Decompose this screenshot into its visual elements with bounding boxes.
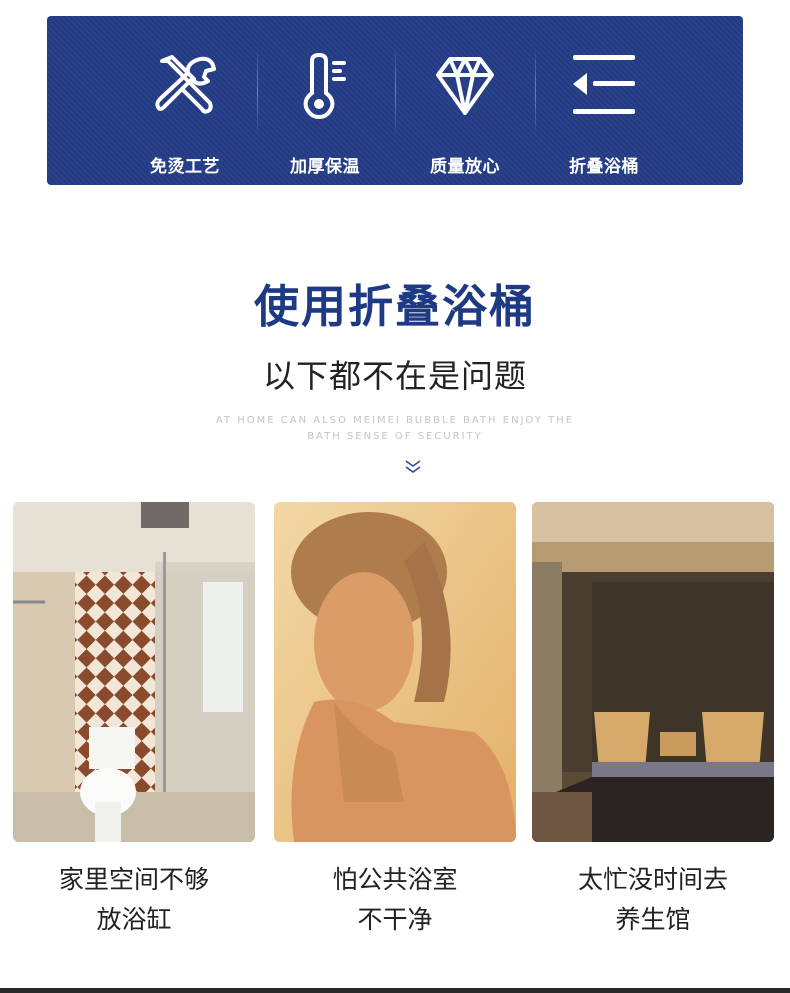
- chevron-down-icon: [403, 458, 423, 476]
- caption-line: 太忙没时间去: [577, 865, 728, 894]
- card-caption: 怕公共浴室 不干净: [274, 860, 516, 940]
- english-tagline: AT HOME CAN ALSO MEIMEI BUBBLE BATH ENJO…: [215, 415, 575, 442]
- caption-line: 放浴缸: [96, 905, 172, 934]
- fold-icon: [569, 51, 639, 121]
- section-title: 使用折叠浴桶: [253, 280, 536, 333]
- spa-photo: [532, 502, 774, 842]
- feature-banner: 免烫工艺 加厚保温 质量放心 折叠浴桶: [47, 16, 743, 185]
- divider: [395, 46, 396, 136]
- feature-item-thick-warm: 加厚保温: [265, 16, 385, 185]
- divider: [535, 46, 536, 136]
- feature-item-quality: 质量放心: [405, 16, 525, 185]
- thermometer-icon: [290, 51, 360, 121]
- diamond-icon: [430, 51, 500, 121]
- feature-label: 免烫工艺: [150, 157, 220, 177]
- caption-line: 怕公共浴室: [332, 865, 458, 894]
- tools-icon: [150, 51, 220, 121]
- feature-label: 折叠浴桶: [569, 157, 639, 177]
- caption-line: 养生馆: [615, 905, 691, 934]
- caption-line: 家里空间不够: [58, 865, 209, 894]
- card-caption: 家里空间不够 放浴缸: [13, 860, 255, 940]
- divider: [257, 46, 258, 136]
- bathroom-photo: [13, 502, 255, 842]
- caption-line: 不干净: [357, 905, 433, 934]
- card-caption: 太忙没时间去 养生馆: [532, 860, 774, 940]
- bottom-divider: [0, 988, 790, 993]
- shower-photo: [274, 502, 516, 842]
- feature-label: 质量放心: [430, 157, 500, 177]
- section-subtitle: 以下都不在是问题: [262, 357, 527, 395]
- feature-item-no-iron: 免烫工艺: [125, 16, 245, 185]
- feature-label: 加厚保温: [290, 157, 360, 177]
- feature-item-foldable: 折叠浴桶: [544, 16, 664, 185]
